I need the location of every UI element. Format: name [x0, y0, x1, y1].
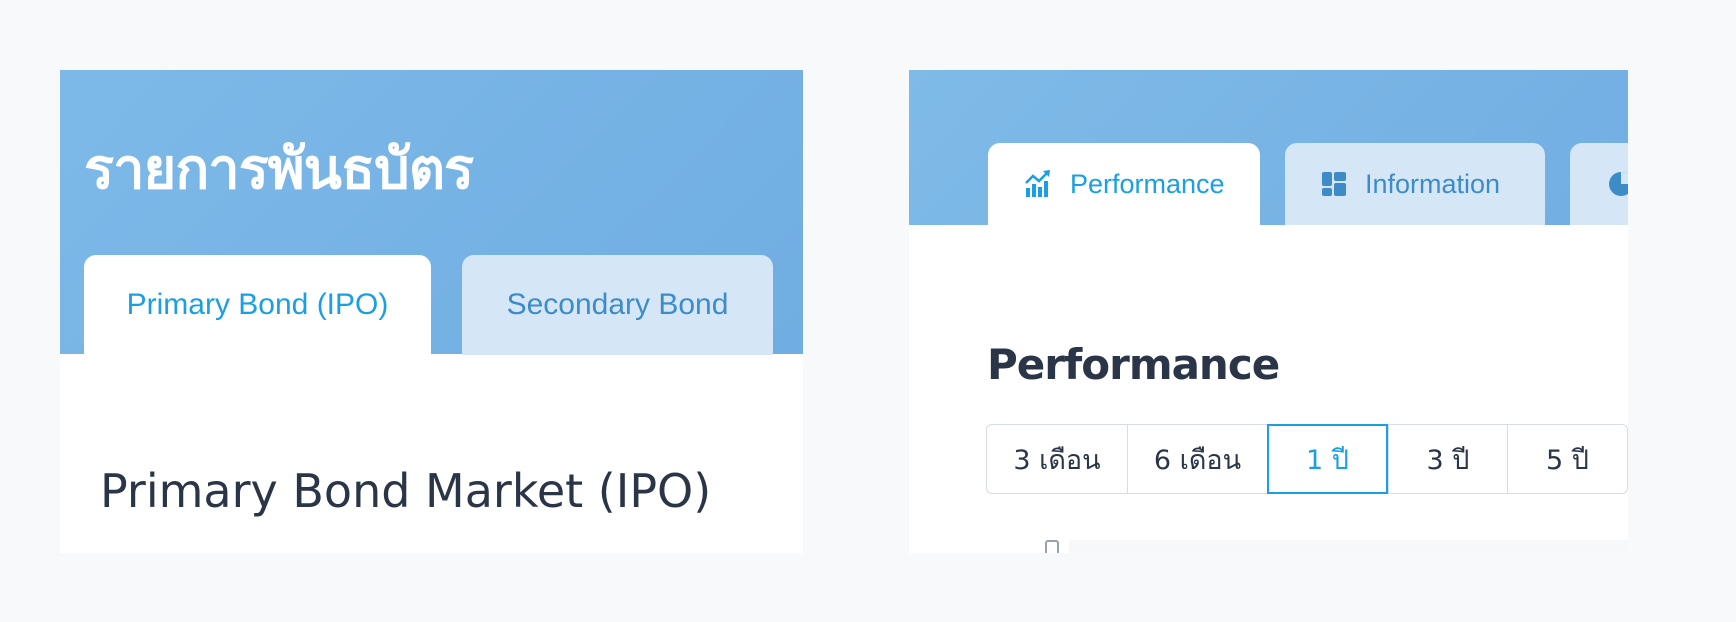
- chart-area: [1069, 540, 1628, 553]
- tab-secondary-bond-label: Secondary Bond: [506, 288, 729, 321]
- page-title: รายการพันธบัตร: [84, 137, 474, 202]
- chart-range-handle[interactable]: [1045, 540, 1059, 553]
- tab-secondary-bond[interactable]: Secondary Bond: [462, 255, 773, 355]
- period-3-years[interactable]: 3 ปี: [1388, 425, 1507, 493]
- tab-primary-bond-label: Primary Bond (IPO): [126, 288, 389, 321]
- section-heading: Primary Bond Market (IPO): [100, 464, 712, 518]
- period-selector: 3 เดือน 6 เดือน 1 ปี 3 ปี 5 ปี: [986, 424, 1628, 494]
- performance-heading: Performance: [987, 340, 1280, 389]
- pie-chart-icon: [1608, 171, 1628, 197]
- tab-information-label: Information: [1365, 168, 1501, 199]
- bond-list-panel: รายการพันธบัตร Primary Bond (IPO) Second…: [60, 70, 803, 553]
- tab-performance-label: Performance: [1070, 168, 1225, 199]
- tab-primary-bond[interactable]: Primary Bond (IPO): [84, 255, 431, 355]
- period-1-year[interactable]: 1 ปี: [1267, 424, 1388, 494]
- detail-header: Performance Information: [909, 70, 1628, 225]
- fund-detail-panel: Performance Information Performance 3 เด…: [909, 70, 1628, 553]
- bond-list-header: รายการพันธบัตร Primary Bond (IPO) Second…: [60, 70, 803, 355]
- dashboard-grid-icon: [1321, 171, 1347, 197]
- period-3-months[interactable]: 3 เดือน: [987, 425, 1127, 493]
- tab-allocation[interactable]: [1570, 143, 1628, 225]
- period-6-months[interactable]: 6 เดือน: [1127, 425, 1267, 493]
- tab-information[interactable]: Information: [1285, 143, 1545, 225]
- period-5-years[interactable]: 5 ปี: [1507, 425, 1627, 493]
- chart-growth-icon: [1024, 170, 1052, 198]
- tab-performance[interactable]: Performance: [988, 143, 1260, 225]
